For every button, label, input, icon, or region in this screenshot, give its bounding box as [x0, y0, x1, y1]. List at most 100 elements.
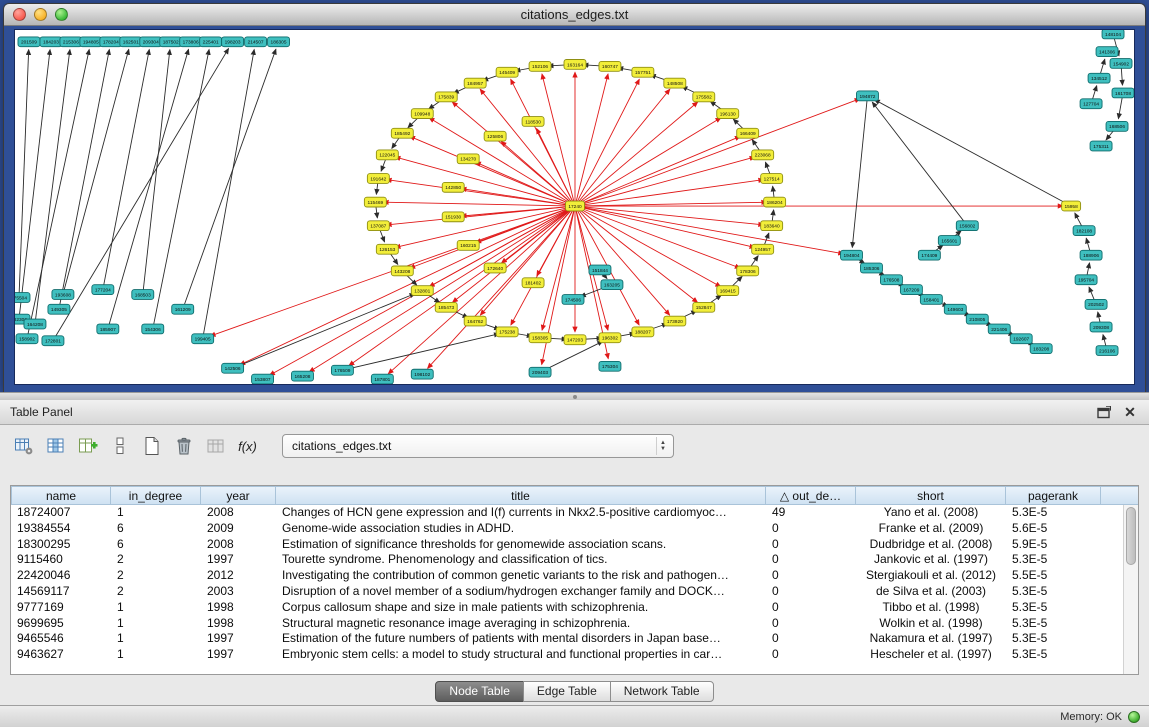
graph-node[interactable]: 124957	[752, 244, 774, 254]
graph-edge[interactable]	[395, 157, 575, 206]
graph-edge[interactable]	[575, 136, 740, 206]
graph-node[interactable]: 172640	[484, 263, 506, 273]
graph-node[interactable]: 152106	[529, 61, 551, 71]
graph-edge[interactable]	[143, 50, 170, 295]
graph-node[interactable]: 165601	[938, 236, 960, 246]
graph-node[interactable]: 158305	[529, 333, 551, 343]
graph-edge[interactable]	[575, 118, 721, 206]
graph-node[interactable]: 199405	[192, 334, 214, 344]
graph-edge[interactable]	[872, 102, 967, 226]
graph-node[interactable]: 216106	[1096, 346, 1118, 356]
graph-node[interactable]: 184203	[40, 37, 62, 47]
graph-node[interactable]: 149603	[944, 304, 966, 314]
graph-node[interactable]: 188906	[1080, 250, 1102, 260]
graph-edge[interactable]	[153, 50, 209, 329]
scrollbar-thumb[interactable]	[1126, 507, 1136, 565]
graph-node[interactable]: 196130	[717, 109, 739, 119]
graph-node[interactable]: 169415	[717, 286, 739, 296]
network-canvas-svg[interactable]: 1724018620412751422306816640919613017558…	[15, 30, 1134, 384]
splitter-handle-icon[interactable]	[573, 395, 577, 399]
table-row[interactable]: 911546021997Tourette syndrome. Phenomeno…	[11, 552, 1138, 568]
function-builder-icon[interactable]: f(x)	[234, 433, 261, 460]
graph-node[interactable]: 176508	[880, 275, 902, 285]
graph-node[interactable]: 198102	[411, 369, 433, 379]
graph-node[interactable]: 184957	[464, 78, 486, 88]
graph-node[interactable]: 145409	[496, 67, 518, 77]
graph-node[interactable]: 122045	[376, 150, 398, 160]
table-row[interactable]: 946554611997Estimation of the future num…	[11, 631, 1138, 647]
table-row[interactable]: 969969511998Structural magnetic resonanc…	[11, 616, 1138, 632]
table-scrollbar[interactable]	[1123, 505, 1138, 674]
graph-edge[interactable]	[575, 202, 767, 206]
graph-node[interactable]: 161209	[172, 304, 194, 314]
graph-node[interactable]: 158401	[920, 295, 942, 305]
column-header-pagerank[interactable]: pagerank	[1006, 486, 1101, 505]
graph-edge[interactable]	[428, 206, 575, 368]
graph-edge[interactable]	[19, 50, 29, 298]
graph-node[interactable]: 183208	[1030, 344, 1052, 354]
graph-node[interactable]: 164762	[464, 316, 486, 326]
tab-edge-table[interactable]: Edge Table	[523, 681, 611, 702]
float-panel-icon[interactable]	[1095, 403, 1113, 421]
graph-node[interactable]: 15958	[1062, 201, 1081, 211]
close-panel-icon[interactable]: ✕	[1121, 403, 1139, 421]
graph-node[interactable]: 201509	[18, 37, 40, 47]
graph-node[interactable]: 164208	[24, 319, 46, 329]
graph-node[interactable]: 115469	[364, 197, 386, 207]
graph-node[interactable]: 191642	[367, 174, 389, 184]
graph-node[interactable]: 17240	[566, 201, 585, 211]
graph-edge[interactable]	[103, 50, 149, 290]
graph-node[interactable]: 194805	[80, 37, 102, 47]
graph-node[interactable]: 181402	[522, 278, 544, 288]
graph-edge[interactable]	[108, 49, 189, 329]
graph-node[interactable]: 167209	[900, 285, 922, 295]
graph-node[interactable]: 173920	[664, 316, 686, 326]
graph-node[interactable]: 160747	[599, 61, 621, 71]
graph-node[interactable]: 178204	[100, 37, 122, 47]
column-header-out_degree[interactable]: △ out_de…	[766, 486, 856, 505]
row-height-icon[interactable]	[106, 433, 133, 460]
graph-edge[interactable]	[575, 206, 740, 268]
graph-node[interactable]: 175238	[496, 327, 518, 337]
network-canvas[interactable]: 1724018620412751422306816640919613017558…	[14, 29, 1135, 385]
graph-node[interactable]: 183640	[761, 221, 783, 231]
graph-node[interactable]: 149305	[48, 304, 70, 314]
graph-node[interactable]: 157751	[632, 67, 654, 77]
column-header-title[interactable]: title	[276, 486, 766, 505]
graph-node[interactable]: 177204	[92, 285, 114, 295]
minimize-button[interactable]	[34, 8, 47, 21]
graph-node[interactable]: 187502	[160, 37, 182, 47]
graph-node[interactable]: 194872	[856, 91, 878, 101]
graph-node[interactable]: 210805	[966, 314, 988, 324]
graph-node[interactable]: 126153	[376, 244, 398, 254]
graph-node[interactable]: 182108	[1073, 226, 1095, 236]
graph-node[interactable]: 223068	[752, 150, 774, 160]
graph-node[interactable]: 143208	[391, 266, 413, 276]
graph-node[interactable]: 185907	[97, 324, 119, 334]
graph-edge[interactable]	[203, 50, 255, 339]
column-header-in_degree[interactable]: in_degree	[111, 486, 201, 505]
delete-table-icon[interactable]	[170, 433, 197, 460]
tab-node-table[interactable]: Node Table	[435, 681, 524, 702]
graph-edge[interactable]	[575, 180, 764, 206]
graph-node[interactable]: 127704	[1080, 99, 1102, 109]
graph-node[interactable]: 141306	[1096, 47, 1118, 57]
zoom-button[interactable]	[55, 8, 68, 21]
import-table-icon[interactable]	[202, 433, 229, 460]
graph-node[interactable]: 225401	[200, 37, 222, 47]
graph-node[interactable]: 151844	[589, 265, 611, 275]
graph-edge[interactable]	[383, 202, 575, 206]
graph-node[interactable]: 175839	[435, 92, 457, 102]
graph-node[interactable]: 161708	[1112, 88, 1134, 98]
graph-node[interactable]: 215306	[60, 37, 82, 47]
graph-node[interactable]: 166409	[737, 128, 759, 138]
graph-node[interactable]: 142850	[442, 182, 464, 192]
graph-edge[interactable]	[233, 294, 415, 369]
graph-node[interactable]: 151930	[442, 212, 464, 222]
graph-node[interactable]: 137087	[367, 221, 389, 231]
graph-node[interactable]: 134512	[1088, 73, 1110, 83]
graph-node[interactable]: 176509	[331, 365, 353, 375]
show-columns-icon[interactable]	[42, 433, 69, 460]
graph-node[interactable]: 175304	[599, 361, 621, 371]
graph-edge[interactable]	[59, 50, 109, 310]
